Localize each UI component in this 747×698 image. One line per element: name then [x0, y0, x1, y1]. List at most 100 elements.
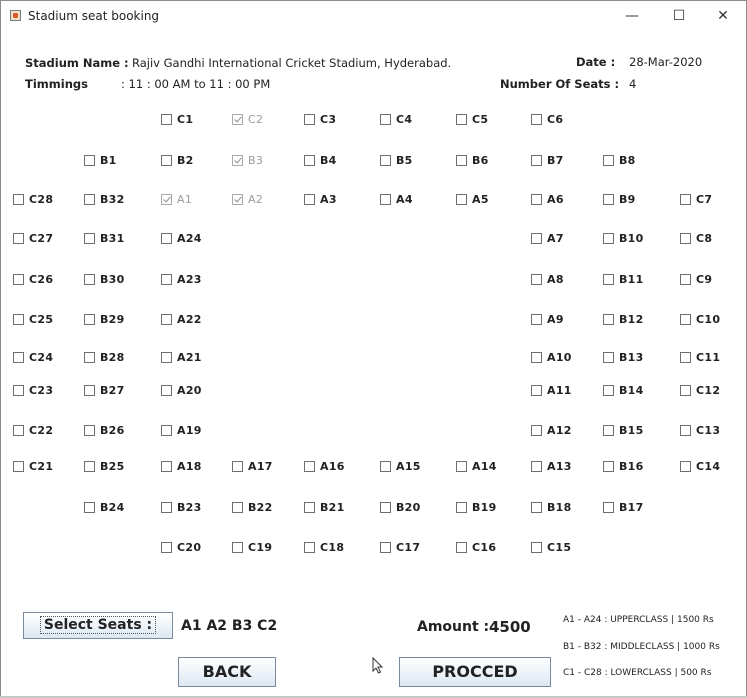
checkbox-box[interactable] — [603, 232, 614, 244]
checkbox-box[interactable] — [603, 351, 614, 363]
seat-checkbox[interactable]: B20 — [380, 500, 421, 514]
checkbox-box[interactable] — [161, 113, 172, 125]
seat-checkbox[interactable]: C18 — [304, 540, 344, 554]
seat-checkbox[interactable]: A10 — [531, 350, 572, 364]
checkbox-box[interactable] — [380, 541, 391, 553]
checkbox-box[interactable] — [680, 460, 691, 472]
seat-checkbox[interactable]: A24 — [161, 231, 202, 245]
seat-checkbox[interactable]: B30 — [84, 272, 125, 286]
seat-checkbox[interactable]: A3 — [304, 192, 337, 206]
checkbox-box[interactable] — [13, 384, 24, 396]
seat-checkbox[interactable]: A17 — [232, 459, 273, 473]
checkbox-box[interactable] — [603, 313, 614, 325]
checkbox-box[interactable] — [304, 460, 315, 472]
seat-checkbox[interactable]: A1 — [161, 192, 192, 206]
checkbox-box[interactable] — [680, 232, 691, 244]
checkbox-box[interactable] — [232, 113, 243, 125]
checkbox-box[interactable] — [84, 351, 95, 363]
checkbox-box[interactable] — [84, 273, 95, 285]
checkbox-box[interactable] — [232, 193, 243, 205]
seat-checkbox[interactable]: A14 — [456, 459, 497, 473]
checkbox-box[interactable] — [161, 154, 172, 166]
checkbox-box[interactable] — [603, 193, 614, 205]
checkbox-box[interactable] — [456, 541, 467, 553]
seat-checkbox[interactable]: C4 — [380, 112, 412, 126]
seat-checkbox[interactable]: B8 — [603, 153, 636, 167]
checkbox-box[interactable] — [456, 113, 467, 125]
seat-checkbox[interactable]: B26 — [84, 423, 125, 437]
checkbox-box[interactable] — [232, 501, 243, 513]
checkbox-box[interactable] — [161, 193, 172, 205]
seat-checkbox[interactable]: B28 — [84, 350, 125, 364]
seat-checkbox[interactable]: B5 — [380, 153, 413, 167]
seat-checkbox[interactable]: B19 — [456, 500, 497, 514]
checkbox-box[interactable] — [13, 232, 24, 244]
seat-checkbox[interactable]: B6 — [456, 153, 489, 167]
checkbox-box[interactable] — [456, 154, 467, 166]
checkbox-box[interactable] — [380, 460, 391, 472]
checkbox-box[interactable] — [603, 460, 614, 472]
checkbox-box[interactable] — [13, 460, 24, 472]
checkbox-box[interactable] — [531, 113, 542, 125]
checkbox-box[interactable] — [380, 501, 391, 513]
seat-checkbox[interactable]: A12 — [531, 423, 572, 437]
seat-checkbox[interactable]: C20 — [161, 540, 201, 554]
checkbox-box[interactable] — [304, 193, 315, 205]
checkbox-box[interactable] — [84, 313, 95, 325]
checkbox-box[interactable] — [84, 460, 95, 472]
checkbox-box[interactable] — [84, 501, 95, 513]
seat-checkbox[interactable]: A7 — [531, 231, 564, 245]
seat-checkbox[interactable]: C13 — [680, 423, 720, 437]
checkbox-box[interactable] — [531, 193, 542, 205]
checkbox-box[interactable] — [304, 541, 315, 553]
checkbox-box[interactable] — [456, 501, 467, 513]
seat-checkbox[interactable]: B1 — [84, 153, 117, 167]
seat-checkbox[interactable]: A19 — [161, 423, 202, 437]
seat-checkbox[interactable]: A11 — [531, 383, 572, 397]
seat-checkbox[interactable]: B4 — [304, 153, 337, 167]
checkbox-box[interactable] — [531, 313, 542, 325]
checkbox-box[interactable] — [456, 193, 467, 205]
seat-checkbox[interactable]: B31 — [84, 231, 125, 245]
seat-checkbox[interactable]: C24 — [13, 350, 53, 364]
checkbox-box[interactable] — [304, 501, 315, 513]
checkbox-box[interactable] — [380, 113, 391, 125]
seat-checkbox[interactable]: A8 — [531, 272, 564, 286]
seat-checkbox[interactable]: B25 — [84, 459, 125, 473]
seat-checkbox[interactable]: C3 — [304, 112, 336, 126]
checkbox-box[interactable] — [680, 384, 691, 396]
seat-checkbox[interactable]: B29 — [84, 312, 125, 326]
seat-checkbox[interactable]: C6 — [531, 112, 563, 126]
checkbox-box[interactable] — [603, 501, 614, 513]
checkbox-box[interactable] — [531, 460, 542, 472]
seat-checkbox[interactable]: B2 — [161, 153, 194, 167]
seat-checkbox[interactable]: C12 — [680, 383, 720, 397]
seat-checkbox[interactable]: A15 — [380, 459, 421, 473]
checkbox-box[interactable] — [603, 424, 614, 436]
checkbox-box[interactable] — [161, 501, 172, 513]
checkbox-box[interactable] — [531, 424, 542, 436]
seat-checkbox[interactable]: C1 — [161, 112, 193, 126]
checkbox-box[interactable] — [13, 351, 24, 363]
checkbox-box[interactable] — [380, 193, 391, 205]
checkbox-box[interactable] — [84, 424, 95, 436]
seat-checkbox[interactable]: C25 — [13, 312, 53, 326]
checkbox-box[interactable] — [603, 384, 614, 396]
select-seats-button[interactable]: Select Seats : — [23, 612, 173, 639]
checkbox-box[interactable] — [84, 232, 95, 244]
seat-checkbox[interactable]: A23 — [161, 272, 202, 286]
seat-checkbox[interactable]: A20 — [161, 383, 202, 397]
checkbox-box[interactable] — [161, 541, 172, 553]
checkbox-box[interactable] — [531, 154, 542, 166]
seat-checkbox[interactable]: C22 — [13, 423, 53, 437]
checkbox-box[interactable] — [531, 273, 542, 285]
checkbox-box[interactable] — [304, 113, 315, 125]
checkbox-box[interactable] — [84, 154, 95, 166]
checkbox-box[interactable] — [13, 273, 24, 285]
seat-checkbox[interactable]: C23 — [13, 383, 53, 397]
seat-checkbox[interactable]: C27 — [13, 231, 53, 245]
seat-checkbox[interactable]: A6 — [531, 192, 564, 206]
checkbox-box[interactable] — [531, 541, 542, 553]
seat-checkbox[interactable]: C15 — [531, 540, 571, 554]
seat-checkbox[interactable]: B22 — [232, 500, 273, 514]
